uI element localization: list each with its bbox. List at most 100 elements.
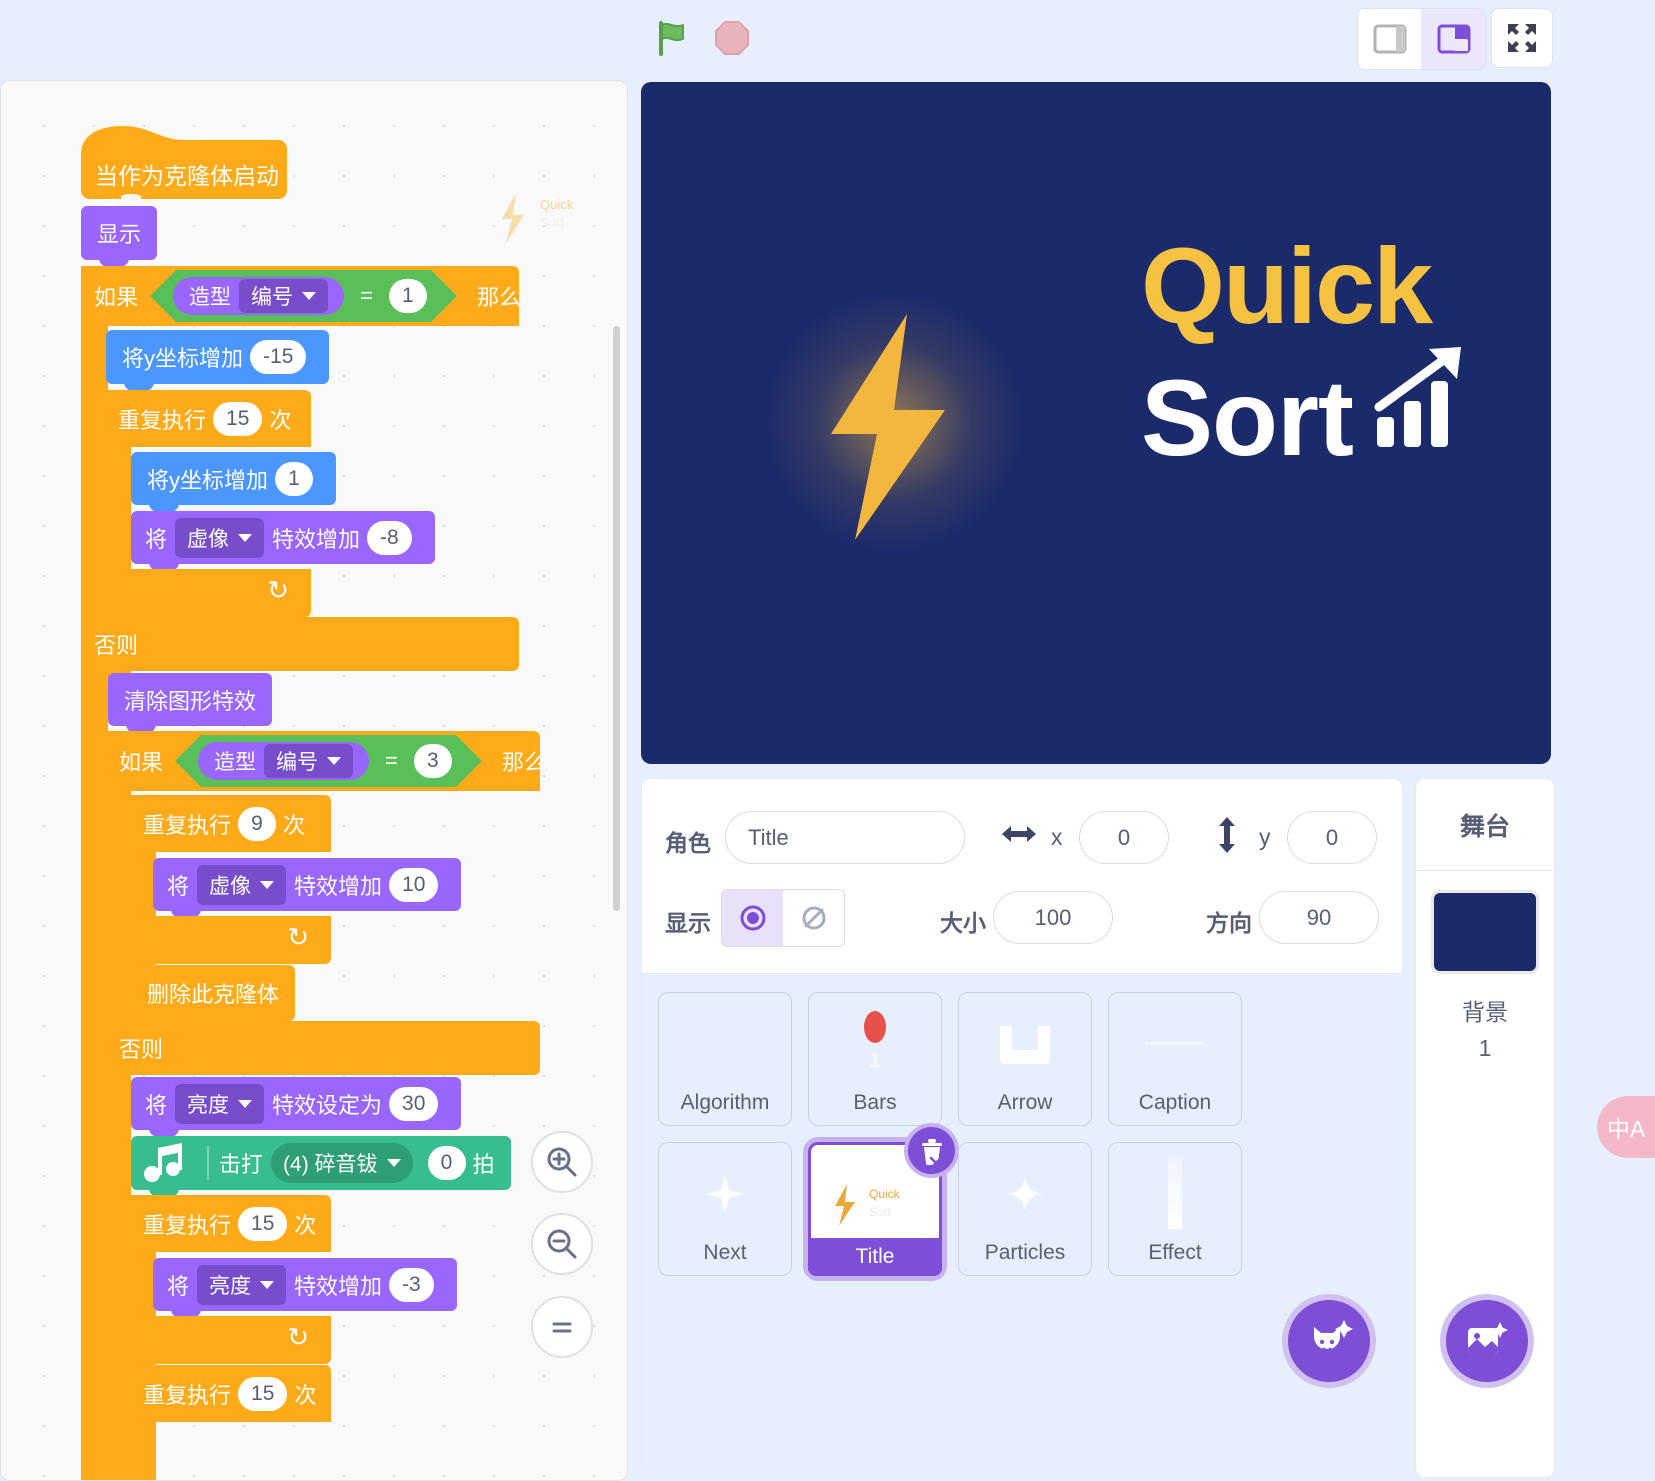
repeat1-times[interactable]: 15 [213,402,262,436]
block-repeat-15-b[interactable]: 重复执行 15 次 [131,1195,331,1252]
music-note-icon [143,1143,209,1183]
if1-label: 如果 [94,280,138,312]
hide-sprite-button[interactable] [783,890,844,946]
change-y2-value[interactable]: 1 [275,462,313,496]
repeat4-times[interactable]: 15 [238,1377,287,1411]
drum-dropdown[interactable]: (4) 碎音钹 [271,1143,413,1183]
add-backdrop-button[interactable] [1440,1294,1534,1388]
x-input[interactable]: 0 [1079,811,1169,864]
large-stage-layout-button[interactable] [1422,9,1486,69]
sprite-name-input[interactable]: Title [725,811,965,864]
block-change-ghost-effect-neg8[interactable]: 将 虚像 特效增加 -8 [131,511,435,564]
translate-widget-button[interactable]: 中A [1597,1096,1655,1158]
if-outer-leftbar[interactable] [81,266,108,1481]
block-repeat-15-a[interactable]: 重复执行 15 次 [106,390,311,447]
block-workspace[interactable]: Quick Sort 当作为克隆体启动时 显示 如果 造型 编号 [0,80,628,1481]
effect-dropdown-brightness-b[interactable]: 亮度 [197,1265,286,1305]
block-set-brightness-30[interactable]: 将 亮度 特效设定为 30 [131,1077,461,1130]
sprite-label: Caption [1139,1091,1211,1115]
repeat1-bottom[interactable]: ↻ [106,569,311,617]
sprite-item-bars[interactable]: 1 Bars [808,992,942,1126]
block-when-i-start-as-clone[interactable]: 当作为克隆体启动时 [81,124,287,204]
effect-set-label: 特效设定为 [272,1088,382,1120]
costume-property-label-2: 编号 [276,746,318,776]
loop-arrow-icon: ↻ [267,575,289,606]
block-change-ghost-effect-10[interactable]: 将 虚像 特效增加 10 [153,858,461,911]
small-stage-layout-button[interactable] [1358,9,1422,69]
change-y-value[interactable]: -15 [250,340,306,374]
stage-canvas[interactable]: Quick Sort [641,82,1551,764]
block-repeat-9[interactable]: 重复执行 9 次 [131,795,331,852]
loop-arrow-icon: ↻ [287,1322,309,1353]
sprite-item-caption[interactable]: Caption [1108,992,1242,1126]
block-change-brightness-neg3[interactable]: 将 亮度 特效增加 -3 [153,1258,457,1311]
ghost-change-value-b[interactable]: 10 [389,868,438,902]
costume-property-dropdown-2[interactable]: 编号 [264,744,353,778]
growth-chart-icon [1367,345,1477,460]
effect-dropdown-ghost-a[interactable]: 虚像 [175,518,264,558]
block-show[interactable]: 显示 [81,206,157,260]
size-input[interactable]: 100 [993,891,1113,944]
sprite-item-arrow[interactable]: Arrow [958,992,1092,1126]
block-else-2[interactable]: 否则 [106,1021,540,1075]
block-change-y-by-1[interactable]: 将y坐标增加 1 [131,452,336,505]
stage-thumbnail[interactable] [1434,893,1536,971]
sprite-item-next[interactable]: Next [658,1142,792,1276]
zoom-in-button[interactable] [531,1131,593,1193]
else1-label: 否则 [94,628,138,660]
ghost-change-value-a[interactable]: -8 [367,521,412,555]
block-repeat-15-c[interactable]: 重复执行 15 次 [131,1365,331,1422]
drum-beats-value[interactable]: 0 [428,1146,466,1180]
brightness-set-value[interactable]: 30 [389,1087,438,1121]
costume-word-2: 造型 [214,746,256,776]
effect-dropdown-brightness-a[interactable]: 亮度 [175,1084,264,1124]
y-input[interactable]: 0 [1287,811,1377,864]
add-sprite-button[interactable] [1282,1294,1376,1388]
workspace-scrollbar[interactable] [613,326,620,911]
repeat3-times[interactable]: 15 [238,1207,287,1241]
sprite-item-algorithm[interactable]: Algorithm [658,992,792,1126]
brightness-label-a: 亮度 [187,1089,229,1119]
vertical-arrows-icon [1216,817,1238,858]
block-if-costume-1[interactable]: 如果 造型 编号 = 1 那么 [81,266,519,326]
zoom-out-button[interactable] [531,1213,593,1275]
sprite-item-particles[interactable]: Particles [958,1142,1092,1276]
if2-compare-value[interactable]: 3 [414,744,452,778]
direction-input[interactable]: 90 [1259,891,1379,944]
repeat3-bottom[interactable]: ↻ [131,1316,331,1364]
backdrop-count: 1 [1416,1035,1554,1062]
block-if-costume-3[interactable]: 如果 造型 编号 = 3 那么 [106,731,540,791]
if1-compare-value[interactable]: 1 [389,279,427,313]
if2-leftbar[interactable] [106,731,131,1481]
green-flag-button[interactable] [652,18,692,58]
block-else-1[interactable]: 否则 [81,617,519,671]
sprite-name-label: 角色 [665,824,711,858]
reporter-costume-number-2[interactable]: 造型 编号 [198,742,369,780]
sprite-item-title[interactable]: Quick Sort Title [808,1142,942,1276]
block-delete-this-clone[interactable]: 删除此克隆体 [131,965,295,1021]
change-y-label: 将y坐标增加 [122,341,243,373]
equals-sign-2: = [385,748,398,774]
show-sprite-button[interactable] [722,890,783,946]
brightness-change-value[interactable]: -3 [389,1268,434,1302]
repeat2-bottom[interactable]: ↻ [131,916,331,964]
clear-effects-label: 清除图形特效 [124,684,256,716]
else2-label: 否则 [119,1032,163,1064]
block-play-drum[interactable]: 击打 (4) 碎音钹 0 拍 [131,1136,511,1190]
stop-button[interactable] [712,18,752,58]
sprite-item-effect[interactable]: Effect [1108,1142,1242,1276]
fullscreen-button[interactable] [1491,8,1553,68]
svg-text:Sort: Sort [869,1205,892,1219]
svg-text:Quick: Quick [869,1187,901,1201]
sprite-label: Title [856,1245,895,1269]
repeat2-label: 重复执行 [143,808,231,840]
zoom-reset-button[interactable] [531,1296,593,1358]
block-clear-graphic-effects[interactable]: 清除图形特效 [108,673,272,726]
costume-property-dropdown[interactable]: 编号 [239,279,328,313]
svg-text:Sort: Sort [540,215,564,230]
block-change-y-by[interactable]: 将y坐标增加 -15 [106,330,329,384]
reporter-costume-number[interactable]: 造型 编号 [173,277,344,315]
effect-dropdown-ghost-b[interactable]: 虚像 [197,865,286,905]
repeat2-times[interactable]: 9 [238,807,276,841]
translate-label: 中A [1607,1110,1645,1144]
